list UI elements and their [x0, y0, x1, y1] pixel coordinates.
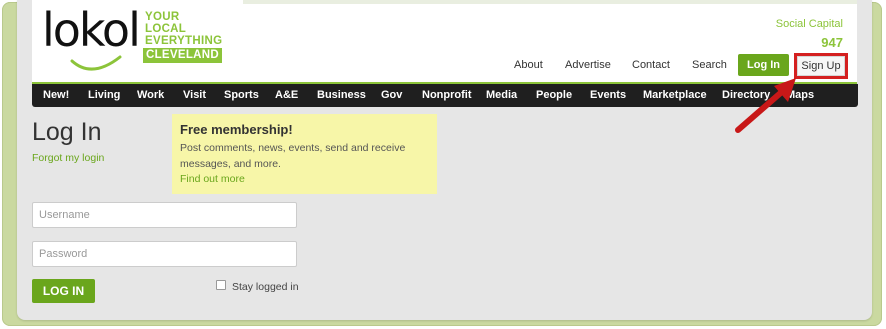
stay-logged-in-label: Stay logged in [232, 281, 299, 293]
city-badge: CLEVELAND [143, 48, 222, 63]
nav-item-marketplace[interactable]: Marketplace [643, 89, 707, 101]
nav-item-events[interactable]: Events [590, 89, 626, 101]
logo-tagline: YOUR LOCAL EVERYTHING [145, 11, 222, 47]
password-input[interactable] [32, 241, 297, 267]
nav-item-sports[interactable]: Sports [224, 89, 259, 101]
nav-item-ae[interactable]: A&E [275, 89, 298, 101]
social-capital-label: Social Capital [775, 18, 843, 30]
advertise-link[interactable]: Advertise [565, 59, 611, 71]
about-link[interactable]: About [514, 59, 543, 71]
forgot-login-link[interactable]: Forgot my login [32, 152, 104, 164]
search-link[interactable]: Search [692, 59, 727, 71]
nav-item-work[interactable]: Work [137, 89, 164, 101]
tagline-line: LOCAL [145, 23, 187, 35]
membership-promo: Free membership! Post comments, news, ev… [172, 114, 437, 194]
nav-item-business[interactable]: Business [317, 89, 366, 101]
nav-item-media[interactable]: Media [486, 89, 517, 101]
find-out-more-link[interactable]: Find out more [180, 172, 429, 187]
tagline-line: YOUR [145, 11, 180, 23]
red-arrow-icon [735, 78, 796, 133]
logo-swoosh-icon [70, 55, 122, 71]
stay-logged-in-checkbox[interactable] [216, 280, 226, 290]
login-submit-button[interactable]: LOG IN [32, 279, 95, 303]
username-input[interactable] [32, 202, 297, 228]
contact-link[interactable]: Contact [632, 59, 670, 71]
nav-item-nonprofit[interactable]: Nonprofit [422, 89, 471, 101]
site-logo[interactable]: lokol [42, 7, 141, 53]
nav-item-people[interactable]: People [536, 89, 572, 101]
promo-text: Post comments, news, events, send and re… [180, 142, 406, 170]
nav-item-living[interactable]: Living [88, 89, 120, 101]
page-title: Log In [32, 118, 102, 146]
promo-title: Free membership! [180, 122, 293, 137]
nav-item-new[interactable]: New! [43, 89, 69, 101]
nav-item-gov[interactable]: Gov [381, 89, 402, 101]
tagline-line: EVERYTHING [145, 35, 223, 47]
header-strip [243, 0, 857, 4]
social-capital-value: 947 [821, 35, 843, 50]
nav-item-visit[interactable]: Visit [183, 89, 206, 101]
